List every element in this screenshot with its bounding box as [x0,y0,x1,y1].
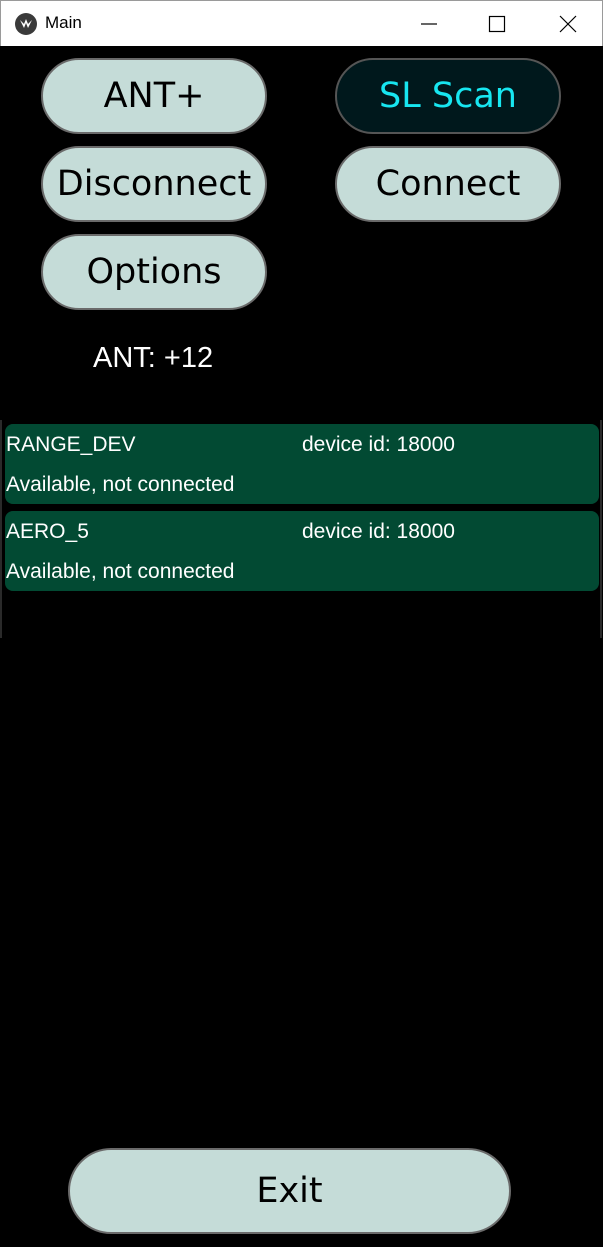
device-id: device id: 18000 [302,433,455,456]
maximize-icon [488,15,506,33]
device-id: device id: 18000 [302,520,455,543]
app-icon [15,13,37,35]
minimize-icon [421,23,437,25]
device-status: Available, not connected [6,560,235,583]
close-button[interactable] [533,1,603,47]
ant-status-label: ANT: +12 [93,342,214,374]
device-item[interactable]: AERO_5 device id: 18000 Available, not c… [5,511,599,591]
device-status: Available, not connected [6,473,235,496]
main-panel [2,46,601,1245]
device-item[interactable]: RANGE_DEV device id: 18000 Available, no… [5,424,599,504]
window-title: Main [45,13,82,32]
list-left-border [0,420,2,638]
title-bar: Main [0,0,603,46]
close-icon [559,15,577,33]
options-button[interactable]: Options [41,234,267,310]
sl-scan-button[interactable]: SL Scan [335,58,561,134]
connect-button[interactable]: Connect [335,146,561,222]
exit-button[interactable]: Exit [68,1148,511,1234]
disconnect-button[interactable]: Disconnect [41,146,267,222]
minimize-button[interactable] [394,1,464,47]
maximize-button[interactable] [462,1,532,47]
device-name: AERO_5 [6,520,89,543]
list-right-border [600,420,602,638]
device-name: RANGE_DEV [6,433,136,456]
ant-plus-button[interactable]: ANT+ [41,58,267,134]
